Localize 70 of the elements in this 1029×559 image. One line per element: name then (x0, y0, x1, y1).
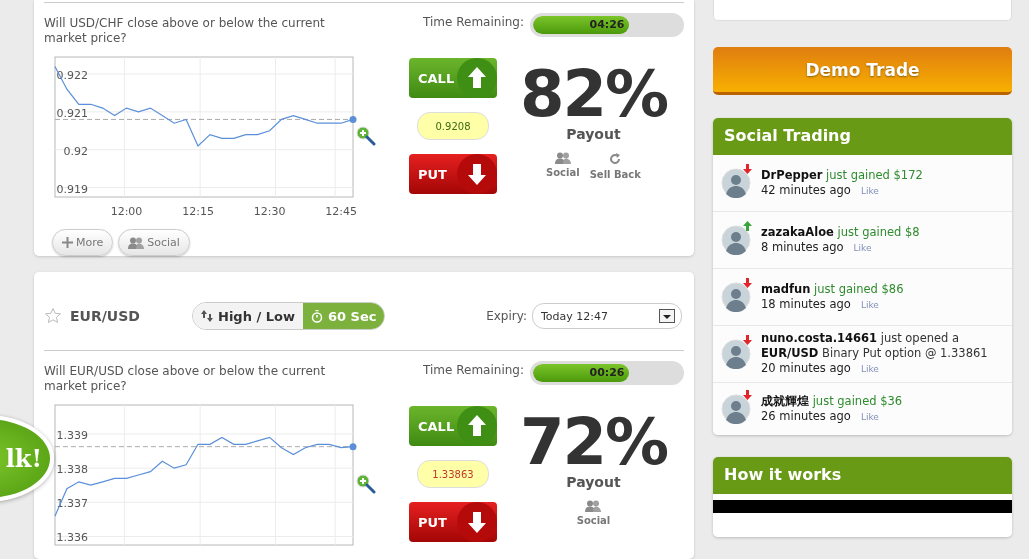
axis-label: 12:30 (253, 205, 286, 218)
avatar-icon (721, 394, 751, 424)
activity-text: DrPepper just gained $172 (761, 167, 923, 183)
put-button[interactable]: PUT (409, 154, 497, 194)
avatar-icon (721, 282, 751, 312)
time-remaining-label: Time Remaining: (423, 15, 524, 29)
time-remaining-label: Time Remaining: (423, 363, 524, 377)
like-link[interactable]: Like (860, 183, 879, 199)
call-button[interactable]: CALL (409, 406, 497, 446)
arrows-icon (201, 310, 213, 322)
price-display: 0.9208 (417, 112, 489, 140)
call-button[interactable]: CALL (409, 58, 497, 98)
panel-title: Social Trading (713, 118, 1012, 155)
like-link[interactable]: Like (860, 297, 879, 313)
avatar-icon (721, 225, 751, 255)
avatar-icon (721, 339, 751, 369)
people-icon (554, 152, 571, 164)
expiry-label: Expiry: (486, 309, 527, 323)
sell-back-button[interactable]: Sell Back (589, 152, 641, 180)
expiry-dropdown[interactable]: Today 12:47 (532, 303, 682, 329)
countdown-time: 04:26 (588, 18, 626, 31)
like-link[interactable]: Like (853, 240, 872, 256)
payout-label: Payout (566, 126, 621, 142)
axis-label: 0.92 (63, 144, 88, 158)
stopwatch-icon (310, 309, 323, 323)
dropdown-caret-icon (659, 309, 675, 323)
like-link[interactable]: Like (860, 362, 879, 377)
activity-text: zazakaAloe just gained $8 (761, 224, 920, 240)
axis-label: 0.919 (56, 182, 88, 196)
put-button[interactable]: PUT (409, 502, 497, 542)
timestamp: 20 minutes ago (761, 361, 851, 376)
question-text: Will EUR/USD close above or below the current market price? (44, 364, 327, 394)
axis-label: 1.339 (56, 429, 88, 442)
timestamp: 18 minutes ago (761, 296, 851, 312)
payout-label: Payout (566, 474, 621, 490)
timestamp: 8 minutes ago (761, 239, 844, 255)
axis-label: 1.338 (56, 463, 88, 477)
people-icon (128, 236, 145, 249)
demo-trade-button[interactable]: Demo Trade (713, 47, 1012, 95)
mode-tab[interactable]: 60 Sec (302, 303, 385, 329)
panel-title: How it works (713, 457, 1012, 494)
mode-tab[interactable]: High / Low (193, 303, 303, 329)
avatar-icon (721, 168, 751, 198)
axis-label: 0.921 (56, 106, 88, 120)
activity-text: 成就輝煌 just gained $36 (761, 393, 903, 409)
countdown-time: 00:26 (588, 366, 626, 379)
people-icon (585, 500, 602, 512)
price-display: 1.33863 (417, 460, 489, 488)
social-button[interactable]: Social (546, 152, 580, 180)
activity-text: madfun just gained $86 (761, 281, 904, 297)
current-price-dot (349, 443, 357, 451)
zoom-in-icon (356, 126, 376, 146)
star-icon[interactable] (44, 307, 62, 325)
current-price-dot (349, 115, 357, 123)
symbol-label: EUR/USD (70, 308, 141, 324)
axis-label: 12:15 (182, 205, 214, 218)
refresh-icon (608, 152, 623, 166)
more-button[interactable]: More (52, 229, 114, 256)
axis-label: 12:00 (110, 205, 143, 218)
plus-icon (62, 237, 73, 248)
axis-label: 1.336 (56, 531, 88, 545)
activity-text: nuno.costa.14661 just opened a EUR/USD Binary Put option @ 1.33861 (761, 331, 989, 361)
social-button[interactable]: Social (576, 500, 611, 526)
like-link[interactable]: Like (860, 409, 879, 425)
question-text: Will USD/CHF close above or below the current market price? (44, 16, 326, 46)
social-button[interactable]: Social (118, 229, 190, 256)
timestamp: 42 minutes ago (761, 182, 851, 198)
zoom-in-icon (356, 474, 376, 494)
axis-label: 12:45 (325, 205, 357, 218)
timestamp: 26 minutes ago (761, 408, 851, 424)
